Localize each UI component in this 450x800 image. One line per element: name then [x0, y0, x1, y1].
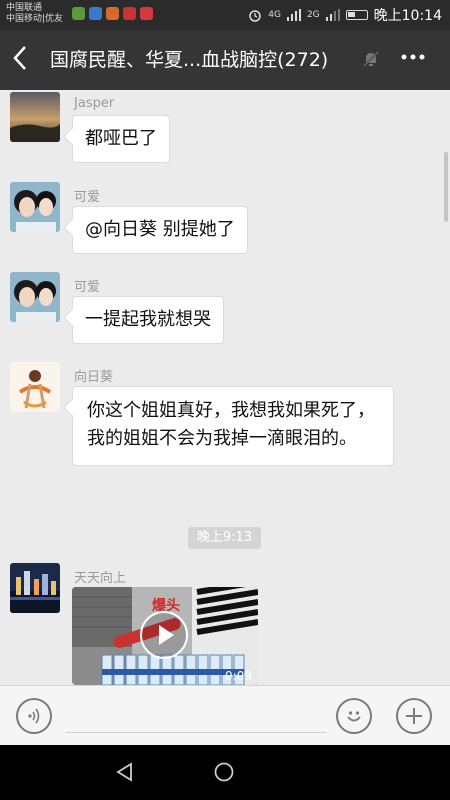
timestamp-chip: 晚上9:13: [188, 527, 261, 549]
sender-name: Jasper: [74, 96, 115, 111]
message-input-bar: [0, 685, 450, 745]
chat-title: 国腐民醒、华夏...血战脑控(272): [50, 49, 329, 71]
emoji-button[interactable]: [336, 698, 372, 734]
chevron-left-icon: [13, 46, 26, 70]
plus-icon: [406, 708, 422, 724]
message-input[interactable]: [66, 732, 326, 733]
scrollbar[interactable]: [444, 152, 448, 222]
signal-icon: [286, 9, 301, 21]
app-notification-icon: [89, 7, 102, 20]
more-icon: [401, 54, 425, 60]
carrier-info: 中国联通 中国移动|优友: [6, 3, 63, 25]
message-bubble[interactable]: @向日葵 别提她了: [72, 206, 248, 254]
voice-icon: [28, 708, 40, 724]
avatar[interactable]: [10, 362, 60, 412]
clock: 晚上10:14: [373, 8, 442, 24]
avatar[interactable]: [10, 92, 60, 142]
nav-back-icon[interactable]: [114, 761, 136, 783]
sender-name: 向日葵: [74, 370, 114, 385]
network-type-2: 2G: [306, 10, 320, 20]
system-navigation-bar: [0, 745, 450, 800]
carrier-2: 中国移动|优友: [6, 14, 64, 24]
message-bubble[interactable]: 你这个姐姐真好，我想我如果死了，我的姐姐不会为我掉一滴眼泪的。: [72, 386, 394, 466]
sender-name: 可爱: [74, 190, 101, 205]
voice-input-button[interactable]: [16, 698, 52, 734]
play-button[interactable]: [140, 611, 188, 659]
app-notification-icon: [140, 7, 153, 20]
app-notification-icon: [106, 7, 119, 20]
video-duration: 0:09: [225, 669, 252, 683]
app-notification-icon: [123, 7, 136, 20]
status-bar: 中国联通 中国移动|优友 4G 2G 晚上10:14: [0, 0, 450, 30]
network-type-1: 4G: [268, 10, 281, 20]
sender-name: 可爱: [74, 280, 101, 295]
status-right: 4G 2G 晚上10:14: [248, 5, 442, 25]
battery-icon: [345, 10, 368, 20]
notification-icons: [72, 7, 153, 20]
message-bubble[interactable]: 都哑巴了: [72, 115, 170, 163]
chat-messages[interactable]: Jasper 都哑巴了 可爱 @向日葵 别提她了 可爱 一提起我就想哭 向日葵 …: [0, 90, 450, 685]
app-notification-icon: [72, 7, 85, 20]
more-options-button[interactable]: [400, 44, 426, 76]
signal-icon: [325, 9, 340, 21]
more-functions-button[interactable]: [396, 698, 432, 734]
emoji-icon: [347, 711, 361, 722]
carrier-1: 中国联通: [6, 3, 43, 13]
sender-name: 天天向上: [74, 571, 127, 586]
avatar[interactable]: [10, 182, 60, 232]
avatar[interactable]: [10, 563, 60, 613]
mute-icon: [362, 50, 380, 72]
nav-home-icon[interactable]: [213, 761, 235, 783]
play-icon: [159, 625, 174, 645]
avatar[interactable]: [10, 272, 60, 322]
back-button[interactable]: [12, 44, 28, 78]
video-message[interactable]: 爆头 0:09: [72, 587, 258, 685]
alarm-icon: [249, 10, 261, 22]
chat-header: 国腐民醒、华夏...血战脑控(272): [0, 30, 450, 90]
message-bubble[interactable]: 一提起我就想哭: [72, 296, 224, 344]
